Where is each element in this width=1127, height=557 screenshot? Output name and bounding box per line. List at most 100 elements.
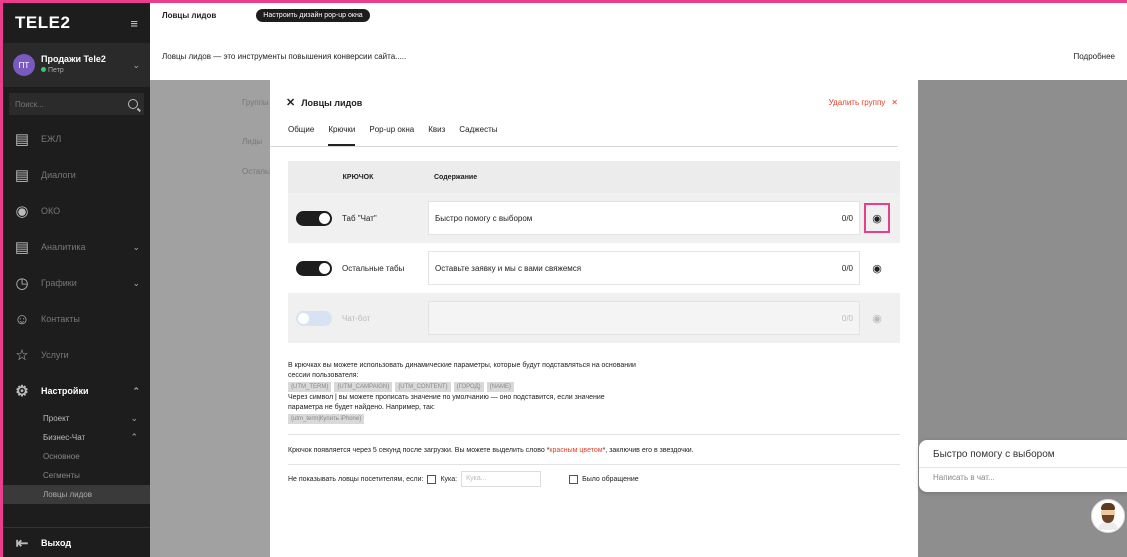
- eye-icon: ◉: [15, 203, 29, 220]
- char-counter: 0/0: [841, 313, 853, 323]
- sidebar-subitem-lead-catchers[interactable]: Ловцы лидов: [3, 485, 150, 504]
- sidebar-item-services[interactable]: ☆ Услуги: [3, 337, 150, 373]
- info-line: сессии пользователя:: [288, 372, 359, 379]
- logout-button[interactable]: ⇤ Выход: [3, 527, 150, 557]
- sidebar-item-charts[interactable]: ◷ Графики ⌄: [3, 265, 150, 301]
- param-chip[interactable]: {ГОРОД}: [453, 382, 484, 392]
- close-icon[interactable]: ✕: [286, 96, 295, 109]
- char-counter: 0/0: [841, 213, 853, 223]
- chevron-down-icon: ⌄: [132, 241, 140, 252]
- hook-toggle[interactable]: [296, 310, 332, 326]
- hook-text-field[interactable]: Быстро помогу с выбором 0/0: [428, 201, 860, 235]
- subitem-label: Ловцы лидов: [43, 490, 93, 499]
- sidebar-item-label: Контакты: [41, 314, 80, 324]
- chat-icon: ▤: [14, 167, 30, 184]
- char-counter: 0/0: [841, 263, 853, 273]
- chat-write-link[interactable]: Написать в чат...: [919, 468, 1127, 487]
- sidebar-item-label: Аналитика: [41, 242, 86, 252]
- operator-avatar-icon: [1097, 503, 1119, 530]
- subitem-label: Проект: [43, 414, 70, 423]
- logo-row: TELE2 ≡: [3, 3, 150, 43]
- logo[interactable]: TELE2: [15, 13, 70, 33]
- divider: [288, 434, 900, 435]
- search-input[interactable]: Поиск...: [9, 93, 144, 115]
- hook-text: Быстро помогу с выбором: [435, 213, 533, 223]
- param-chip[interactable]: {utm_term|Купить iPhone}: [288, 414, 365, 424]
- document-icon: ▤: [14, 131, 30, 148]
- info-line: параметра не будет найдено. Например, та…: [288, 404, 435, 411]
- chat-popup[interactable]: Быстро помогу с выбором Написать в чат..…: [919, 440, 1127, 492]
- hamburger-icon[interactable]: ≡: [130, 16, 138, 31]
- avatar: ПТ: [13, 54, 35, 76]
- delete-group-label: Удалить группу: [828, 98, 886, 107]
- sidebar-item-label: ОКО: [41, 206, 61, 216]
- search-icon[interactable]: [128, 99, 138, 109]
- user-icon: ☺: [14, 310, 30, 328]
- sidebar-subitem-project[interactable]: Проект ⌄: [3, 409, 150, 428]
- topbar: Ловцы лидов Настроить дизайн pop-up окна: [150, 0, 1127, 28]
- sidebar-item-settings[interactable]: ⚙ Настройки ⌃: [3, 373, 150, 409]
- sidebar-item-dialogs[interactable]: ▤ Диалоги: [3, 157, 150, 193]
- info-line: Через символ | вы можете прописать значе…: [288, 394, 605, 401]
- tab-suggests[interactable]: Саджесты: [459, 125, 497, 146]
- hook-text-field[interactable]: 0/0: [428, 301, 860, 335]
- account-selector[interactable]: ПТ Продажи Tele2 Петр ⌄: [3, 43, 150, 87]
- bg-label: Группы: [242, 98, 269, 107]
- background-list: Группы Лиды Остальные: [150, 80, 284, 557]
- tab-popups[interactable]: Pop-up окна: [369, 125, 414, 146]
- param-chip[interactable]: {NAME}: [486, 382, 514, 392]
- subitem-label: Бизнес-Чат: [43, 433, 86, 442]
- online-status-icon: [41, 67, 46, 72]
- chevron-up-icon: ⌃: [132, 385, 140, 396]
- chevron-down-icon: ⌄: [130, 413, 138, 423]
- bg-label: Лиды: [242, 137, 263, 146]
- hook-label: Таб "Чат": [342, 213, 377, 223]
- hook-label: Остальные табы: [342, 263, 405, 273]
- tab-hooks[interactable]: Крючки: [328, 125, 356, 146]
- search-placeholder: Поиск...: [15, 99, 44, 109]
- sidebar-item-label: ЕЖЛ: [41, 134, 62, 144]
- chat-avatar-button[interactable]: [1091, 499, 1125, 533]
- preview-icon[interactable]: ◉: [864, 203, 890, 233]
- hook-row: Таб "Чат" Быстро помогу с выбором 0/0 ◉: [288, 193, 900, 243]
- preview-icon[interactable]: ◉: [864, 303, 890, 333]
- panel-title: Ловцы лидов: [301, 97, 363, 108]
- sidebar-subitem-main[interactable]: Основное: [3, 447, 150, 466]
- tab-quiz[interactable]: Квиз: [428, 125, 445, 146]
- subitem-label: Основное: [43, 452, 80, 461]
- note-text: *, заключив его в звездочки.: [602, 447, 694, 454]
- info-bar: Ловцы лидов — это инструменты повышения …: [150, 45, 1127, 67]
- sidebar-item-ezhl[interactable]: ▤ ЕЖЛ: [3, 121, 150, 157]
- analytics-icon: ▤: [14, 239, 30, 256]
- delete-group-button[interactable]: Удалить группу ✕: [829, 98, 898, 107]
- settings-icon: ⚙: [15, 383, 29, 400]
- sidebar-item-analytics[interactable]: ▤ Аналитика ⌄: [3, 229, 150, 265]
- tab-general[interactable]: Общие: [288, 125, 314, 146]
- sidebar: TELE2 ≡ ПТ Продажи Tele2 Петр ⌄ Поиск...…: [0, 0, 150, 557]
- sidebar-item-contacts[interactable]: ☺ Контакты: [3, 301, 150, 337]
- dynamic-params-info: В крючках вы можете использовать динамич…: [288, 361, 900, 424]
- chevron-down-icon[interactable]: ⌄: [132, 60, 140, 71]
- param-chip[interactable]: {UTM_CONTENT}: [395, 382, 451, 392]
- subitem-label: Сегменты: [43, 471, 80, 480]
- cookie-checkbox[interactable]: [427, 474, 437, 484]
- popup-design-button[interactable]: Настроить дизайн pop-up окна: [256, 9, 370, 22]
- hook-text-field[interactable]: Оставьте заявку и мы с вами свяжемся 0/0: [428, 251, 860, 285]
- param-chip[interactable]: {UTM_CAMPAIGN}: [334, 382, 393, 392]
- sidebar-subitem-biz-chat[interactable]: Бизнес-Чат ⌃: [3, 428, 150, 447]
- was-contact-label: Было обращение: [582, 475, 639, 483]
- cookie-input[interactable]: Кука...: [461, 471, 542, 487]
- hook-toggle[interactable]: [296, 260, 332, 276]
- sidebar-subitem-segments[interactable]: Сегменты: [3, 466, 150, 485]
- logout-icon: ⇤: [15, 534, 29, 552]
- more-link[interactable]: Подробнее: [1074, 52, 1116, 61]
- account-user: Петр: [48, 67, 64, 74]
- sidebar-item-oko[interactable]: ◉ ОКО: [3, 193, 150, 229]
- hook-toggle[interactable]: [296, 210, 332, 226]
- hook-text: Оставьте заявку и мы с вами свяжемся: [435, 263, 582, 273]
- hook-row: Чат-бот 0/0 ◉: [288, 293, 900, 343]
- was-contact-checkbox[interactable]: [569, 474, 579, 484]
- preview-icon[interactable]: ◉: [864, 253, 890, 283]
- logout-label: Выход: [41, 537, 72, 548]
- param-chip[interactable]: {UTM_TERM}: [288, 382, 332, 392]
